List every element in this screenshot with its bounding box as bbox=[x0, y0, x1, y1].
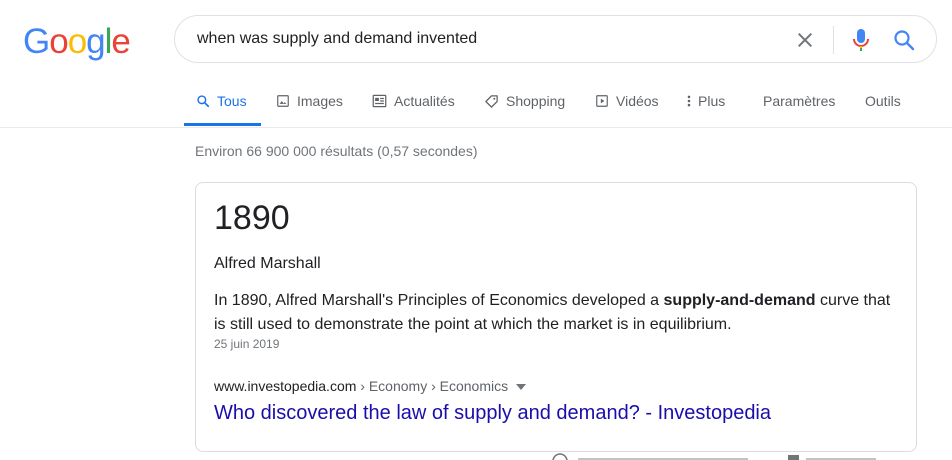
search-icon[interactable] bbox=[892, 28, 916, 52]
tab-actualites[interactable]: Actualités bbox=[372, 86, 455, 126]
featured-snippet: 1890 Alfred Marshall In 1890, Alfred Mar… bbox=[195, 182, 917, 452]
featured-snippet-text: In 1890, Alfred Marshall's Principles of… bbox=[214, 289, 904, 337]
tab-shopping[interactable]: Shopping bbox=[484, 86, 565, 126]
active-tab-indicator bbox=[184, 123, 261, 126]
info-icon[interactable] bbox=[552, 453, 568, 460]
logo-letter: o bbox=[67, 22, 87, 61]
logo-letter: e bbox=[111, 22, 130, 61]
result-cite: www.investopedia.com › Economy › Economi… bbox=[214, 378, 527, 394]
tab-videos[interactable]: Vidéos bbox=[595, 86, 659, 126]
feedback-icon[interactable] bbox=[788, 455, 799, 460]
tab-plus[interactable]: Plus bbox=[686, 86, 725, 126]
feedback-strip bbox=[552, 453, 876, 460]
tab-parametres[interactable]: Paramètres bbox=[763, 86, 835, 126]
search-box[interactable]: when was supply and demand invented bbox=[174, 15, 937, 63]
image-icon bbox=[277, 95, 289, 107]
google-logo[interactable]: Google bbox=[23, 22, 131, 62]
tab-label: Vidéos bbox=[616, 93, 659, 109]
snippet-date: 25 juin 2019 bbox=[214, 337, 280, 351]
cite-breadcrumb: › Economy › Economics bbox=[356, 378, 509, 394]
tab-images[interactable]: Images bbox=[276, 86, 343, 126]
result-title-link[interactable]: Who discovered the law of supply and dem… bbox=[214, 402, 771, 425]
search-icon bbox=[197, 95, 210, 108]
featured-entity: Alfred Marshall bbox=[214, 255, 321, 272]
tab-label: Shopping bbox=[506, 93, 566, 109]
tab-tous[interactable]: Tous bbox=[196, 86, 247, 126]
featured-answer: 1890 bbox=[214, 199, 290, 237]
logo-letter: g bbox=[86, 22, 105, 61]
search-input[interactable]: when was supply and demand invented bbox=[197, 30, 477, 48]
tab-outils[interactable]: Outils bbox=[865, 86, 901, 126]
chevron-down-icon[interactable] bbox=[516, 384, 527, 391]
tab-label: Images bbox=[297, 93, 343, 109]
snippet-text: In 1890, Alfred Marshall's Principles of… bbox=[214, 292, 664, 309]
snippet-highlight: supply-and-demand bbox=[663, 292, 816, 309]
logo-letter: o bbox=[49, 22, 68, 61]
search-divider bbox=[833, 26, 834, 54]
tabs-divider bbox=[0, 127, 952, 128]
news-icon bbox=[372, 94, 387, 108]
cite-domain: www.investopedia.com bbox=[214, 378, 357, 394]
tab-label: Plus bbox=[698, 93, 726, 109]
logo-letter: l bbox=[104, 22, 113, 61]
microphone-icon[interactable] bbox=[849, 27, 873, 53]
tab-label: Tous bbox=[217, 93, 247, 109]
tag-icon bbox=[485, 95, 498, 108]
result-stats: Environ 66 900 000 résultats (0,57 secon… bbox=[195, 143, 478, 159]
play-icon bbox=[596, 95, 608, 107]
clear-icon[interactable] bbox=[793, 28, 817, 52]
tab-label: Paramètres bbox=[763, 93, 836, 109]
more-vert-icon bbox=[687, 95, 691, 107]
tab-label: Outils bbox=[865, 93, 901, 109]
tab-label: Actualités bbox=[394, 93, 455, 109]
logo-letter: G bbox=[23, 22, 50, 61]
